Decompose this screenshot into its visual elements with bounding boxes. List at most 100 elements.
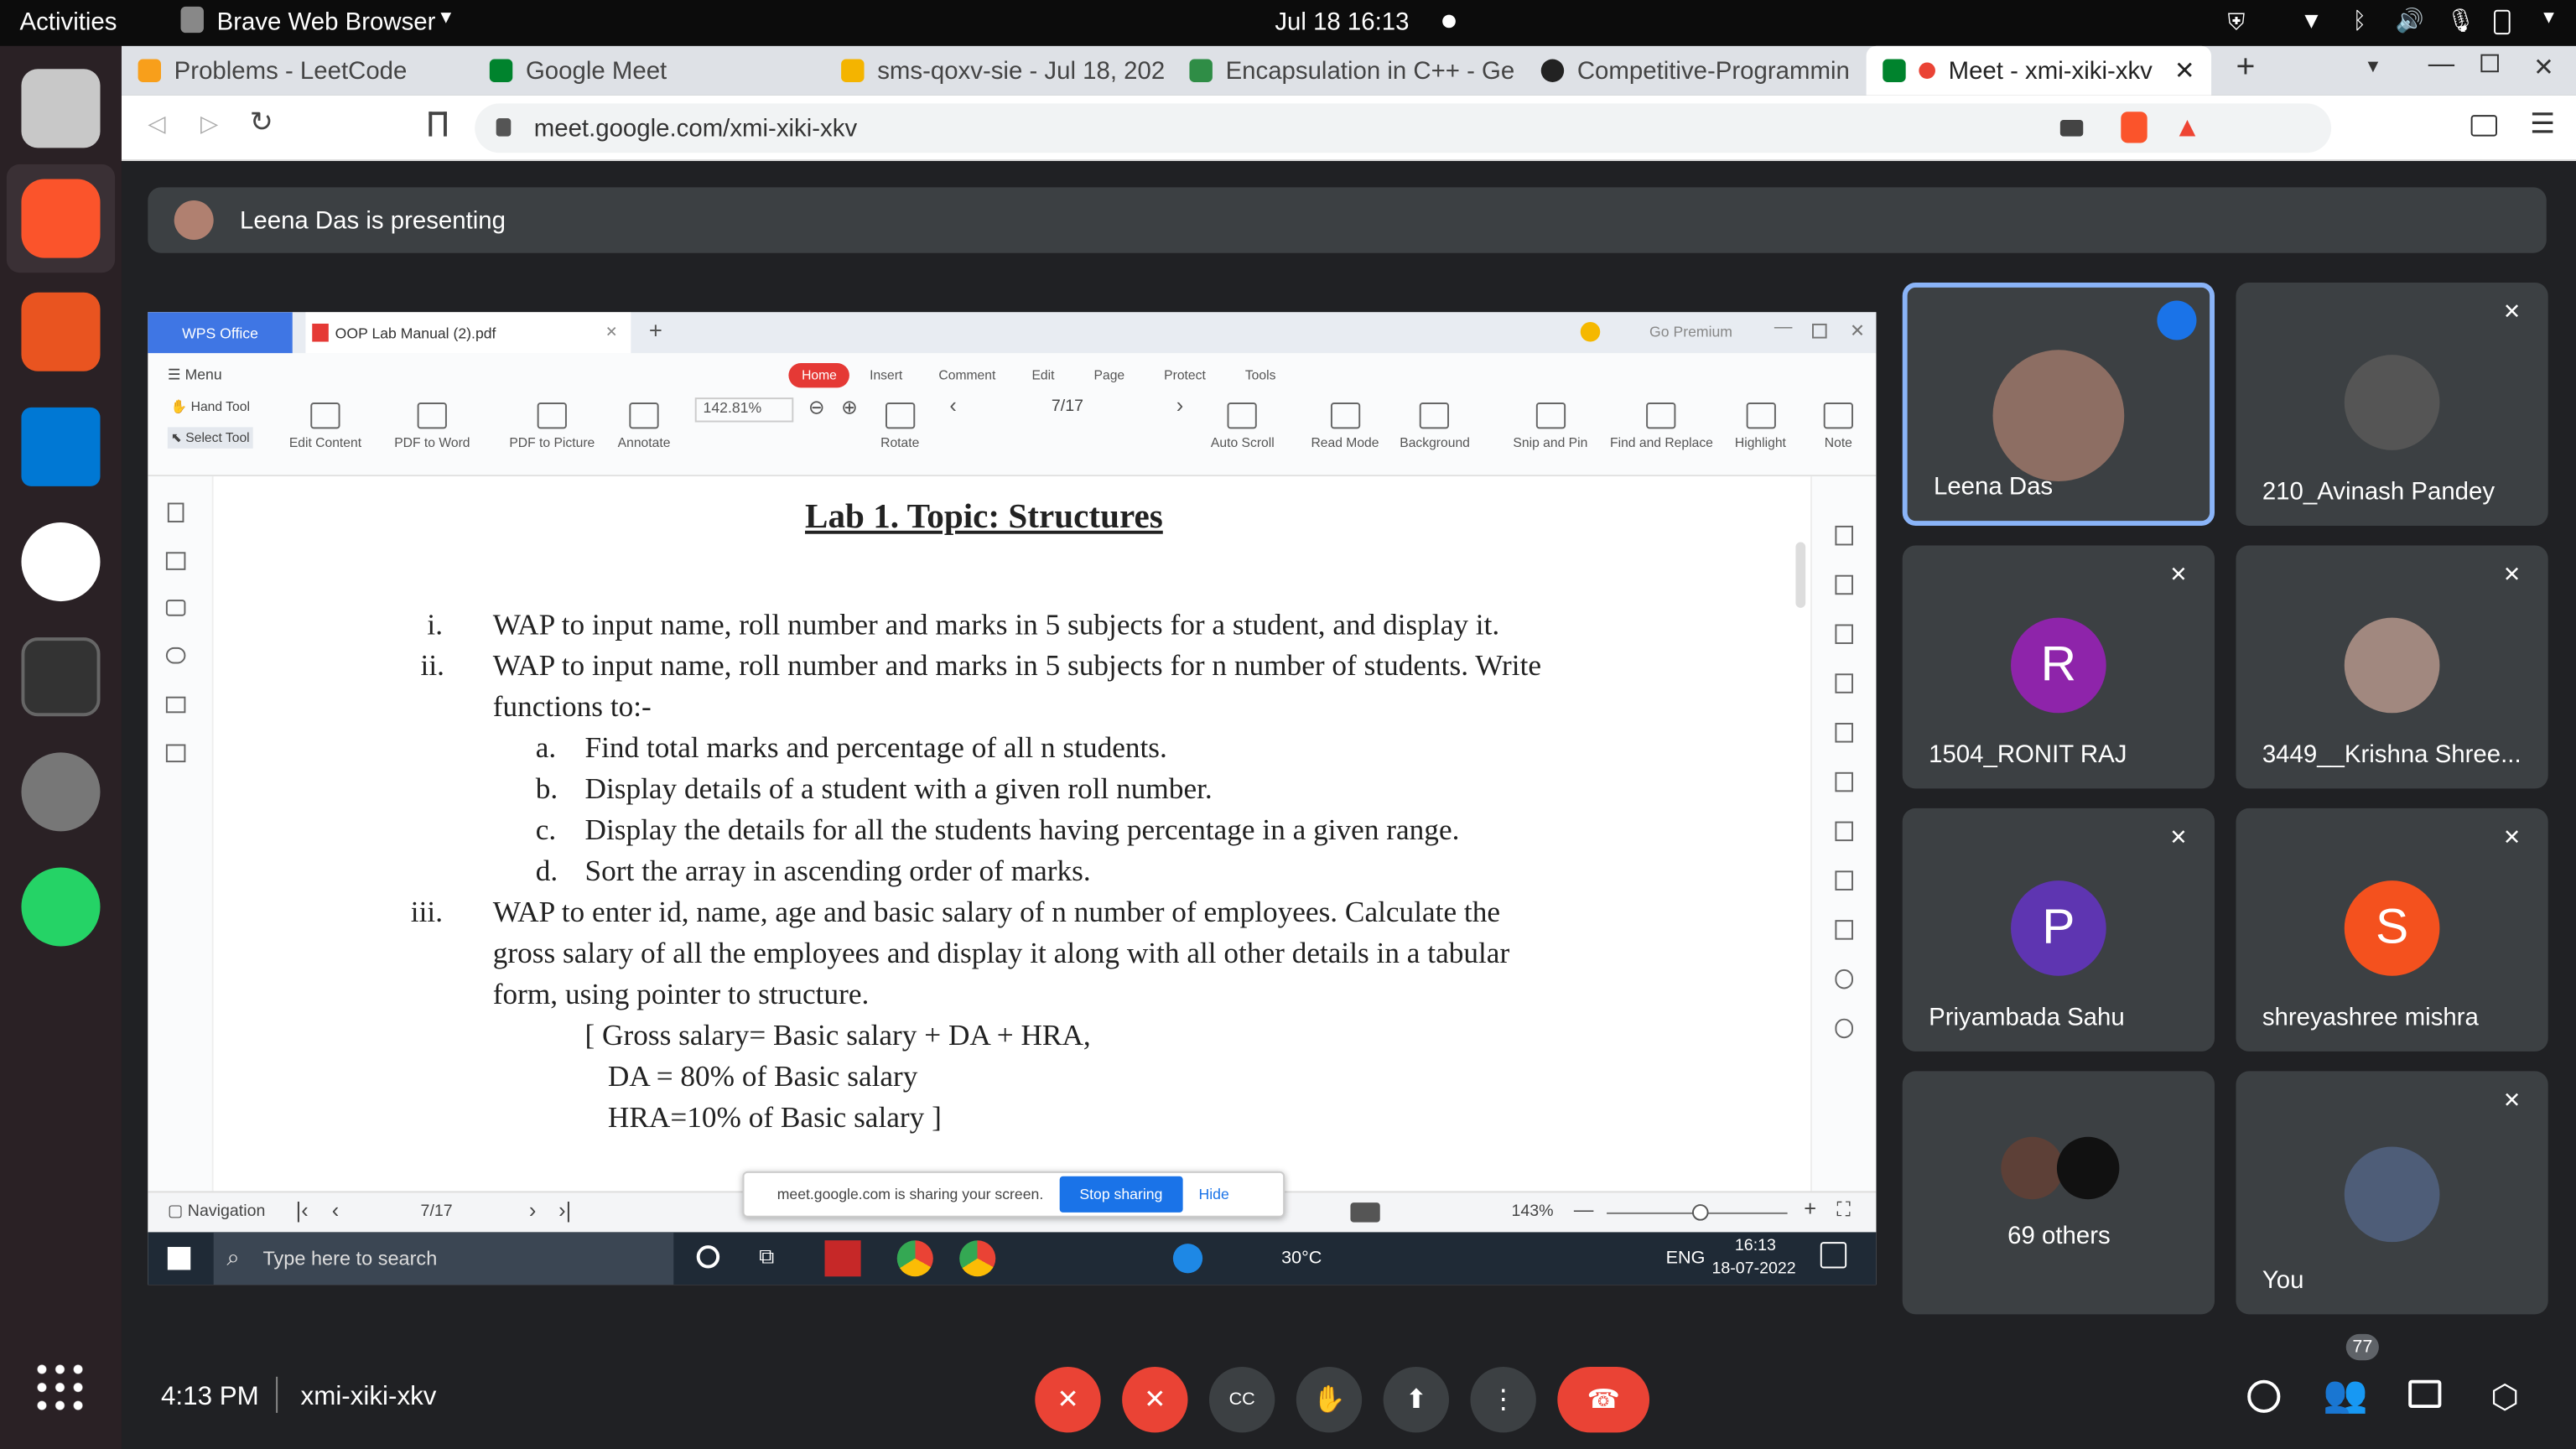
chat-icon[interactable] bbox=[2408, 1379, 2442, 1409]
hide-button[interactable]: Hide bbox=[1199, 1187, 1229, 1203]
reload-icon[interactable]: ↻ bbox=[250, 106, 273, 139]
windows-start-icon[interactable] bbox=[167, 1247, 191, 1270]
snip-and-pin-button[interactable]: Snip and Pin bbox=[1513, 402, 1587, 450]
taskbar-time[interactable]: 16:13 bbox=[1735, 1237, 1776, 1255]
brave-browser-icon[interactable] bbox=[21, 179, 101, 258]
search-side-icon[interactable] bbox=[1835, 969, 1853, 989]
tab-meet-active[interactable]: Meet - xmi-xiki-xkv ✕ bbox=[1866, 45, 2212, 96]
captions-button[interactable]: CC bbox=[1208, 1367, 1275, 1433]
participant-tile-krishna[interactable]: ✕ 3449__Krishna Shree... bbox=[2236, 545, 2548, 789]
compress-side-icon[interactable] bbox=[1835, 920, 1853, 940]
sign-side-icon[interactable] bbox=[1835, 771, 1853, 792]
tab-protect[interactable]: Protect bbox=[1164, 368, 1206, 383]
select-tool-button[interactable]: ⬉ Select Tool bbox=[167, 427, 253, 449]
participant-tile-others[interactable]: 69 others bbox=[1902, 1071, 2215, 1315]
activities-button[interactable]: Activities bbox=[20, 8, 117, 36]
print-side-icon[interactable] bbox=[1835, 870, 1853, 891]
new-wps-tab-icon[interactable]: + bbox=[649, 317, 662, 343]
wallet-icon[interactable] bbox=[2470, 115, 2497, 137]
auto-scroll-button[interactable]: Auto Scroll bbox=[1211, 402, 1275, 450]
tab-search-chevron-icon[interactable]: ▼ bbox=[2364, 58, 2381, 78]
app-menu-chevron-icon[interactable]: ▼ bbox=[437, 8, 454, 29]
bluetooth-icon[interactable]: ᛒ bbox=[2353, 7, 2366, 33]
cortana-icon[interactable] bbox=[696, 1245, 720, 1269]
chrome-taskbar-icon-2[interactable] bbox=[959, 1240, 996, 1277]
last-page-icon[interactable]: ›| bbox=[558, 1197, 571, 1222]
crop-side-icon[interactable] bbox=[1835, 723, 1853, 743]
terminal-icon[interactable] bbox=[21, 637, 101, 717]
tab-insert[interactable]: Insert bbox=[870, 368, 902, 383]
rotate-button[interactable]: Rotate bbox=[880, 402, 919, 450]
zoom-field[interactable]: 142.81% bbox=[694, 397, 794, 423]
language-indicator[interactable]: ENG bbox=[1666, 1249, 1706, 1269]
prev-page-icon[interactable]: ‹ bbox=[949, 392, 957, 417]
leave-call-button[interactable]: ☎ bbox=[1557, 1367, 1650, 1433]
pdf-to-picture-button[interactable]: PDF to Picture bbox=[509, 402, 595, 450]
wps-taskbar-icon[interactable] bbox=[824, 1240, 861, 1277]
info-icon[interactable] bbox=[2247, 1379, 2281, 1413]
people-icon[interactable]: 👥 bbox=[2323, 1374, 2368, 1416]
camera-in-use-icon[interactable] bbox=[2059, 120, 2084, 137]
battery-icon[interactable] bbox=[2494, 9, 2511, 35]
tab-leetcode[interactable]: Problems - LeetCode bbox=[122, 46, 473, 96]
next-page-status-icon[interactable]: › bbox=[529, 1197, 537, 1222]
brave-rewards-icon[interactable]: ▲ bbox=[2174, 112, 2201, 144]
more-options-button[interactable]: ⋮ bbox=[1470, 1367, 1536, 1433]
tab-edit[interactable]: Edit bbox=[1031, 368, 1054, 383]
task-view-icon[interactable]: ⧉ bbox=[759, 1244, 774, 1270]
tab-comment[interactable]: Comment bbox=[938, 368, 995, 383]
microphone-icon[interactable]: 🎙 bbox=[2446, 7, 2475, 34]
prev-page-status-icon[interactable]: ‹ bbox=[332, 1197, 340, 1222]
activities-icon[interactable]: ⬡ bbox=[2490, 1377, 2519, 1418]
edit-content-button[interactable]: Edit Content bbox=[289, 402, 361, 450]
bookmark-icon[interactable] bbox=[428, 112, 447, 137]
highlight-button[interactable]: Highlight bbox=[1735, 402, 1786, 450]
go-premium-button[interactable]: Go Premium bbox=[1649, 324, 1732, 340]
properties-icon[interactable] bbox=[1835, 525, 1853, 546]
thumbnail-panel-icon[interactable] bbox=[165, 552, 186, 570]
windows-search-box[interactable]: ⌕ Type here to search bbox=[213, 1232, 674, 1285]
mic-off-button[interactable]: ✕ bbox=[1035, 1367, 1101, 1433]
zoom-slider-thumb[interactable] bbox=[1691, 1204, 1709, 1221]
layers-panel-icon[interactable] bbox=[165, 744, 186, 763]
list-side-icon[interactable] bbox=[1835, 821, 1853, 842]
navigation-button[interactable]: ▢ Navigation bbox=[168, 1202, 266, 1221]
bookmark-panel-icon[interactable] bbox=[167, 502, 184, 523]
files-icon[interactable] bbox=[21, 69, 101, 148]
settings-icon[interactable] bbox=[21, 752, 101, 832]
stop-sharing-button[interactable]: Stop sharing bbox=[1059, 1176, 1182, 1213]
background-button[interactable]: Background bbox=[1400, 402, 1470, 450]
app-menu[interactable]: Brave Web Browser bbox=[217, 8, 436, 36]
whatsapp-icon[interactable] bbox=[21, 867, 101, 947]
close-file-tab-icon[interactable]: ✕ bbox=[605, 324, 618, 342]
tab-home[interactable]: Home bbox=[788, 362, 850, 388]
raise-hand-button[interactable]: ✋ bbox=[1296, 1367, 1363, 1433]
participant-tile-ronit[interactable]: ✕ R 1504_RONIT RAJ bbox=[1902, 545, 2215, 789]
minimize-icon[interactable]: — bbox=[2428, 51, 2454, 80]
doc-scrollbar[interactable] bbox=[1795, 542, 1806, 608]
url-field[interactable]: meet.google.com/xmi-xiki-xkv ▲ bbox=[475, 103, 2332, 153]
find-replace-button[interactable]: Find and Replace bbox=[1610, 402, 1713, 450]
edit-side-icon[interactable] bbox=[1835, 574, 1853, 595]
page-indicator[interactable]: 7/17 bbox=[1052, 397, 1083, 416]
help-side-icon[interactable] bbox=[1835, 1018, 1853, 1039]
weather-temp[interactable]: 30°C bbox=[1281, 1249, 1322, 1269]
tab-encapsulation[interactable]: Encapsulation in C++ - Ge bbox=[1173, 46, 1524, 96]
participant-tile-avinash[interactable]: ✕ 210_Avinash Pandey bbox=[2236, 282, 2548, 526]
next-page-icon[interactable]: › bbox=[1176, 392, 1184, 417]
attachment-panel-icon[interactable] bbox=[165, 647, 186, 664]
android-studio-icon[interactable] bbox=[21, 522, 101, 602]
wps-restore-icon[interactable] bbox=[1811, 323, 1827, 339]
wifi-icon[interactable]: ▼ bbox=[2300, 7, 2323, 33]
read-mode-button[interactable]: Read Mode bbox=[1311, 402, 1379, 450]
show-apps-icon[interactable] bbox=[33, 1360, 89, 1416]
taskbar-date[interactable]: 18-07-2022 bbox=[1711, 1260, 1795, 1279]
system-menu-chevron-icon[interactable]: ▼ bbox=[2540, 8, 2558, 29]
note-button[interactable]: Note bbox=[1823, 402, 1853, 450]
software-center-icon[interactable] bbox=[21, 292, 101, 371]
help-tray-icon[interactable] bbox=[1172, 1244, 1203, 1274]
wps-office-tab[interactable]: WPS Office bbox=[148, 312, 293, 354]
notifications-icon[interactable] bbox=[1820, 1242, 1847, 1269]
pdf-file-tab[interactable]: OOP Lab Manual (2).pdf ✕ bbox=[305, 312, 631, 354]
comment-panel-icon[interactable] bbox=[165, 600, 186, 616]
